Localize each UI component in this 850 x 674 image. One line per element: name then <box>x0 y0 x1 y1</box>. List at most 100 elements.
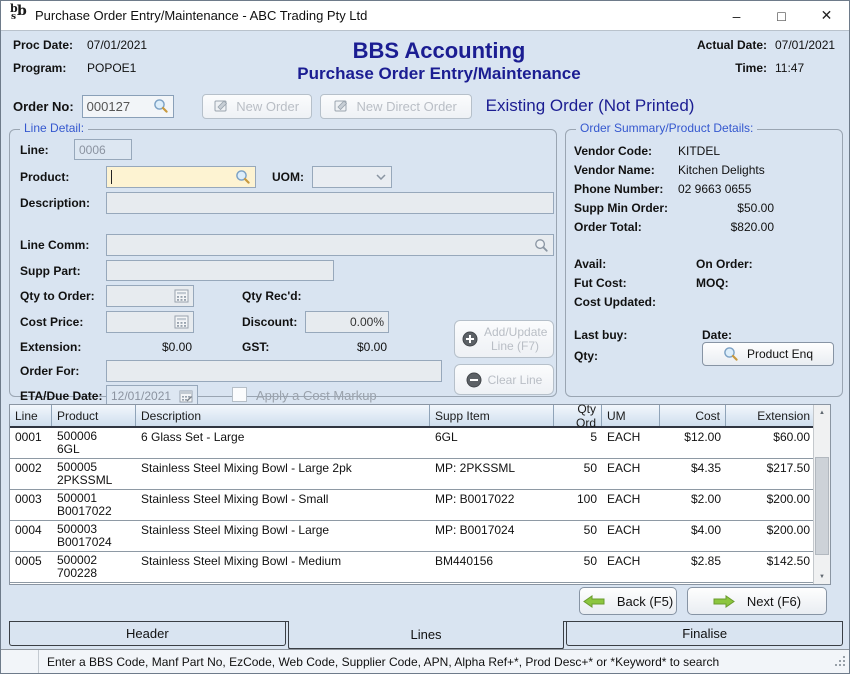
new-direct-order-button[interactable]: New Direct Order <box>320 94 472 119</box>
calculator-icon[interactable] <box>174 289 189 303</box>
gst-value: $0.00 <box>305 340 387 354</box>
line-number-value: 0006 <box>79 143 106 157</box>
table-scrollbar[interactable]: ▲ ▼ <box>813 405 830 584</box>
scroll-up-icon[interactable]: ▲ <box>814 405 830 420</box>
order-no-value: 000127 <box>87 99 130 114</box>
cell-cost: $4.00 <box>660 521 726 551</box>
qty-to-order-field[interactable] <box>106 285 194 307</box>
back-label: Back (F5) <box>617 594 673 609</box>
next-button[interactable]: Next (F6) <box>687 587 827 615</box>
cell-description: 6 Glass Set - Large <box>136 428 430 458</box>
order-search-icon[interactable] <box>153 98 169 114</box>
scroll-down-icon[interactable]: ▼ <box>814 569 830 584</box>
actual-date-value: 07/01/2021 <box>767 38 837 52</box>
back-button[interactable]: Back (F5) <box>579 587 677 615</box>
close-button[interactable]: ✕ <box>804 1 849 30</box>
calculator-icon[interactable] <box>174 315 189 329</box>
moq-label: MOQ: <box>696 276 729 290</box>
col-header-product[interactable]: Product <box>52 405 136 426</box>
chevron-down-icon <box>376 174 386 180</box>
table-header-row: Line Product Description Supp Item Qty O… <box>10 405 830 428</box>
resize-grip[interactable] <box>833 655 847 669</box>
status-bar: Enter a BBS Code, Manf Part No, EzCode, … <box>1 649 849 673</box>
cell-supp-item: MP: B0017024 <box>430 521 554 551</box>
cell-supp-item: MP: 2PKSSML <box>430 459 554 489</box>
app-subtitle: Purchase Order Entry/Maintenance <box>231 64 647 84</box>
qty-label: Qty: <box>574 349 598 363</box>
order-summary-legend: Order Summary/Product Details: <box>576 121 757 135</box>
tab-finalise[interactable]: Finalise <box>566 622 843 646</box>
col-header-description[interactable]: Description <box>136 405 430 426</box>
table-row[interactable]: 0005 500002700228 Stainless Steel Mixing… <box>10 552 830 583</box>
cell-um: EACH <box>602 428 660 458</box>
window-title: Purchase Order Entry/Maintenance - ABC T… <box>35 8 367 23</box>
vendor-name-value: Kitchen Delights <box>678 163 765 177</box>
line-detail-legend: Line Detail: <box>20 121 88 135</box>
order-no-input[interactable]: 000127 <box>82 95 174 118</box>
product-label: Product: <box>20 170 69 184</box>
scrollbar-thumb[interactable] <box>815 457 829 555</box>
discount-field[interactable]: 0.00% <box>305 311 389 333</box>
cost-updated-label: Cost Updated: <box>574 295 656 309</box>
tab-lines[interactable]: Lines <box>288 621 565 650</box>
table-row[interactable]: 0004 500003B0017024 Stainless Steel Mixi… <box>10 521 830 552</box>
cell-cost: $12.00 <box>660 428 726 458</box>
app-logo-icon: b b s <box>9 6 28 25</box>
extension-label: Extension: <box>20 340 81 354</box>
cell-product: 500001B0017022 <box>52 490 136 520</box>
table-row[interactable]: 0003 500001B0017022 Stainless Steel Mixi… <box>10 490 830 521</box>
eta-due-date-label: ETA/Due Date: <box>20 389 102 403</box>
cost-price-field[interactable] <box>106 311 194 333</box>
new-order-icon <box>214 99 230 113</box>
table-row[interactable]: 0002 5000052PKSSML Stainless Steel Mixin… <box>10 459 830 490</box>
line-detail-group: Line Detail: Line: 0006 Product: UOM: De… <box>9 129 557 397</box>
clear-line-button[interactable]: Clear Line <box>454 364 554 395</box>
supp-part-field[interactable] <box>106 260 334 281</box>
minimize-button[interactable]: – <box>714 1 759 30</box>
product-enq-label: Product Enq <box>747 347 813 361</box>
uom-label: UOM: <box>272 170 304 184</box>
col-header-cost[interactable]: Cost <box>660 405 726 426</box>
add-update-line-button[interactable]: Add/Update Line (F7) <box>454 320 554 358</box>
cell-um: EACH <box>602 459 660 489</box>
cost-price-label: Cost Price: <box>20 315 83 329</box>
apply-cost-markup-checkbox[interactable] <box>232 387 247 402</box>
cell-description: Stainless Steel Mixing Bowl - Small <box>136 490 430 520</box>
product-enq-button[interactable]: Product Enq <box>702 342 834 366</box>
supp-part-label: Supp Part: <box>20 264 81 278</box>
qty-to-order-label: Qty to Order: <box>20 289 95 303</box>
order-total-value: $820.00 <box>678 220 774 234</box>
supp-min-order-label: Supp Min Order: <box>574 201 668 215</box>
product-input[interactable] <box>106 166 256 188</box>
order-total-label: Order Total: <box>574 220 642 234</box>
line-comm-search-icon[interactable] <box>534 238 549 253</box>
arrow-right-icon <box>713 595 735 608</box>
col-header-um[interactable]: UM <box>602 405 660 426</box>
tab-header[interactable]: Header <box>9 622 286 646</box>
col-header-line[interactable]: Line <box>10 405 52 426</box>
line-comm-field[interactable] <box>106 234 554 256</box>
maximize-button[interactable]: □ <box>759 1 804 30</box>
table-row[interactable]: 0001 5000066GL 6 Glass Set - Large 6GL 5… <box>10 428 830 459</box>
nav-buttons: Back (F5) Next (F6) <box>579 587 827 615</box>
cell-supp-item: 6GL <box>430 428 554 458</box>
new-order-button[interactable]: New Order <box>202 94 312 119</box>
calendar-icon[interactable] <box>179 390 193 403</box>
cell-product: 500002700228 <box>52 552 136 582</box>
title-bar: b b s Purchase Order Entry/Maintenance -… <box>1 1 849 31</box>
supp-min-order-value: $50.00 <box>678 201 774 215</box>
col-header-qty-ord[interactable]: Qty Ord <box>554 405 602 426</box>
cell-description: Stainless Steel Mixing Bowl - Large 2pk <box>136 459 430 489</box>
col-header-supp-item[interactable]: Supp Item <box>430 405 554 426</box>
cell-description: Stainless Steel Mixing Bowl - Large <box>136 521 430 551</box>
cell-extension: $142.50 <box>726 552 815 582</box>
phone-number-value: 02 9663 0655 <box>678 182 751 196</box>
description-field[interactable] <box>106 192 554 214</box>
line-number-field: 0006 <box>74 139 132 160</box>
order-for-field[interactable] <box>106 360 442 382</box>
cell-product: 500003B0017024 <box>52 521 136 551</box>
cell-description: Stainless Steel Mixing Bowl - Medium <box>136 552 430 582</box>
uom-dropdown[interactable] <box>312 166 392 188</box>
col-header-extension[interactable]: Extension <box>726 405 815 426</box>
product-search-icon[interactable] <box>235 169 251 185</box>
